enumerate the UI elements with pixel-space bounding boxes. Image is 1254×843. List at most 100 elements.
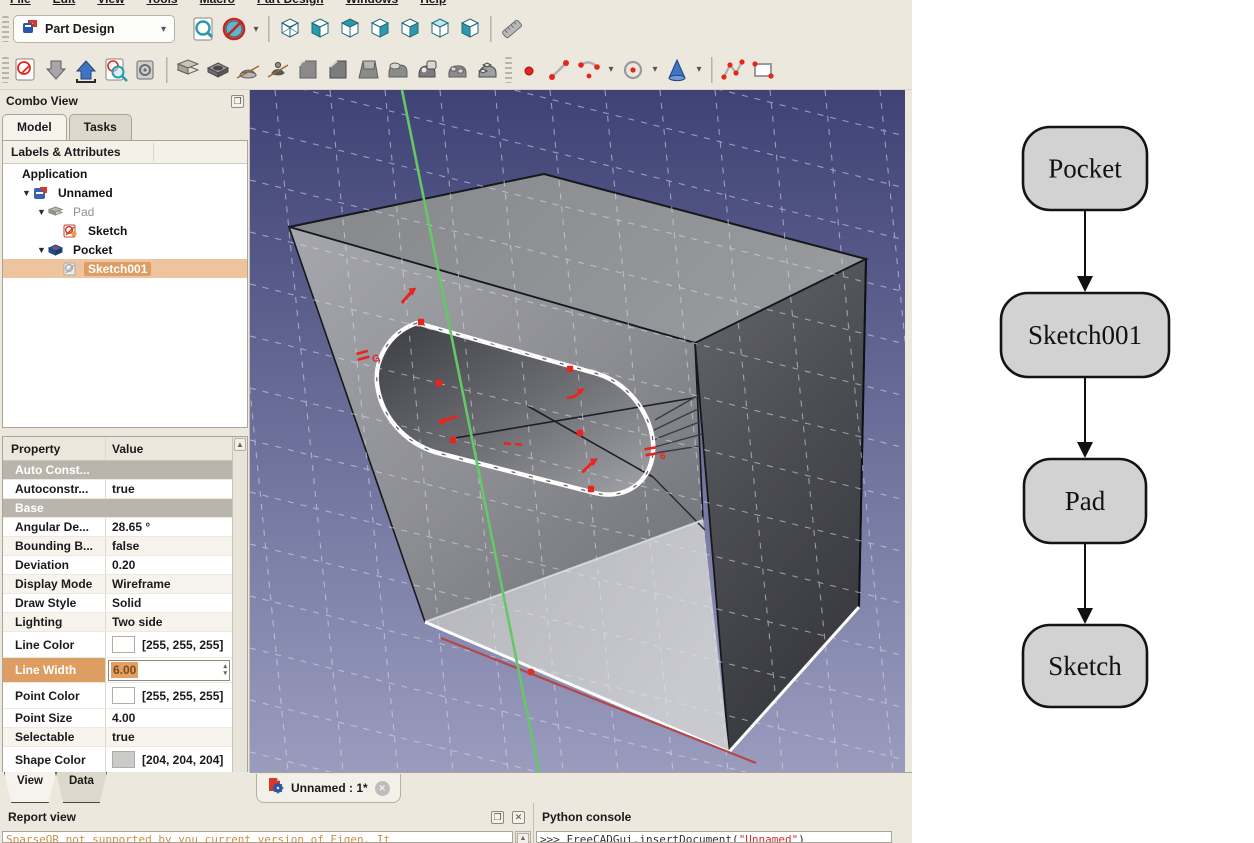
sketch-rectangle-icon[interactable] xyxy=(748,55,778,85)
chevron-down-icon[interactable]: ▾ xyxy=(692,55,706,85)
menu-tools[interactable]: Tools xyxy=(146,0,177,6)
boolean-union-icon[interactable] xyxy=(383,55,413,85)
tree-expander-icon[interactable]: ▼ xyxy=(35,245,48,255)
view-rear-icon[interactable] xyxy=(395,14,425,44)
draft-icon[interactable] xyxy=(353,55,383,85)
property-row-display-mode[interactable]: Display ModeWireframe xyxy=(3,575,232,594)
property-row-angular-de[interactable]: Angular De...28.65 ° xyxy=(3,518,232,537)
report-view-content[interactable]: SparseQR not supported by you current ve… xyxy=(2,831,513,843)
boolean-compound-icon[interactable] xyxy=(473,55,503,85)
measure-distance-icon[interactable] xyxy=(497,14,527,44)
property-row-point-color[interactable]: Point Color[255, 255, 255] xyxy=(3,683,232,709)
line-width-spinbox[interactable]: 6.00▴▾ xyxy=(108,660,230,681)
tab-view[interactable]: View xyxy=(4,772,56,803)
close-icon[interactable]: ✕ xyxy=(375,781,390,796)
tab-tasks[interactable]: Tasks xyxy=(69,114,132,140)
property-row-draw-style[interactable]: Draw StyleSolid xyxy=(3,594,232,613)
boolean-cut-icon[interactable] xyxy=(413,55,443,85)
fit-all-icon[interactable] xyxy=(189,14,219,44)
report-scrollbar[interactable]: ▲ xyxy=(515,831,531,843)
edit-sketch-icon[interactable] xyxy=(71,55,101,85)
property-row-bounding-b[interactable]: Bounding B...false xyxy=(3,537,232,556)
sketch-point-icon[interactable] xyxy=(514,55,544,85)
view-bottom-icon[interactable] xyxy=(425,14,455,44)
property-row-autoconstr[interactable]: Autoconstr...true xyxy=(3,480,232,499)
property-value[interactable]: Two side xyxy=(106,613,232,631)
chevron-down-icon[interactable]: ▾ xyxy=(648,55,662,85)
sketch-line-icon[interactable] xyxy=(544,55,574,85)
property-row-line-color[interactable]: Line Color[255, 255, 255] xyxy=(3,632,232,658)
toolbar-drag-handle[interactable] xyxy=(505,57,512,83)
tab-data[interactable]: Data xyxy=(56,772,107,803)
property-value[interactable]: 28.65 ° xyxy=(106,518,232,536)
dependency-graph-panel[interactable]: PocketSketch001PadSketch xyxy=(912,0,1254,843)
color-swatch[interactable] xyxy=(112,687,135,704)
sketch-circle-icon[interactable] xyxy=(618,55,648,85)
python-console-content[interactable]: >>> FreeCADGui.insertDocument("Unnamed") xyxy=(536,831,892,843)
clip-plane-icon[interactable] xyxy=(219,14,249,44)
property-row-point-size[interactable]: Point Size4.00 xyxy=(3,709,232,728)
3d-viewport[interactable]: G6 xyxy=(250,90,905,772)
tree-item-sketch001[interactable]: Sketch001 xyxy=(3,259,247,278)
menu-view[interactable]: View xyxy=(97,0,124,6)
property-row-lighting[interactable]: LightingTwo side xyxy=(3,613,232,632)
property-value[interactable]: [255, 255, 255] xyxy=(106,632,232,657)
tree-expander-icon[interactable]: ▼ xyxy=(20,188,33,198)
property-value[interactable]: 6.00▴▾ xyxy=(106,658,232,682)
property-row-selectable[interactable]: Selectabletrue xyxy=(3,728,232,747)
property-value[interactable]: 0.20 xyxy=(106,556,232,574)
view-sketch-icon[interactable] xyxy=(101,55,131,85)
float-panel-icon[interactable]: ❐ xyxy=(231,95,244,108)
view-right-icon[interactable] xyxy=(365,14,395,44)
view-axonometric-icon[interactable] xyxy=(275,14,305,44)
property-value[interactable]: 4.00 xyxy=(106,709,232,727)
pad-icon[interactable] xyxy=(173,55,203,85)
workbench-selector[interactable]: Part Design ▾ xyxy=(13,15,175,43)
menu-help[interactable]: Help xyxy=(420,0,446,6)
property-row-shape-color[interactable]: Shape Color[204, 204, 204] xyxy=(3,747,232,773)
color-swatch[interactable] xyxy=(112,751,135,768)
toolbar-drag-handle[interactable] xyxy=(2,57,9,83)
property-value[interactable]: true xyxy=(106,728,232,746)
toolbar-drag-handle[interactable] xyxy=(2,16,9,42)
sketch-arc-icon[interactable] xyxy=(574,55,604,85)
property-row-base[interactable]: Base xyxy=(3,499,232,518)
float-panel-icon[interactable]: ❐ xyxy=(491,811,504,824)
property-value[interactable]: true xyxy=(106,480,232,498)
fillet-icon[interactable] xyxy=(293,55,323,85)
chevron-down-icon[interactable]: ▾ xyxy=(249,14,263,44)
chamfer-icon[interactable] xyxy=(323,55,353,85)
groove-icon[interactable] xyxy=(263,55,293,85)
property-row-auto-const[interactable]: Auto Const... xyxy=(3,461,232,480)
tree-item-application[interactable]: Application xyxy=(3,164,247,183)
menu-file[interactable]: File xyxy=(10,0,31,6)
property-row-deviation[interactable]: Deviation0.20 xyxy=(3,556,232,575)
view-front-icon[interactable] xyxy=(305,14,335,44)
map-sketch-icon[interactable] xyxy=(131,55,161,85)
color-swatch[interactable] xyxy=(112,636,135,653)
scroll-up-icon[interactable]: ▲ xyxy=(234,438,246,451)
boolean-common-icon[interactable] xyxy=(443,55,473,85)
view-left-icon[interactable] xyxy=(455,14,485,44)
view-top-icon[interactable] xyxy=(335,14,365,44)
tab-model[interactable]: Model xyxy=(2,114,67,140)
property-value[interactable]: Solid xyxy=(106,594,232,612)
new-sketch-icon[interactable] xyxy=(11,55,41,85)
property-row-line-width[interactable]: Line Width6.00▴▾ xyxy=(3,658,232,683)
chevron-down-icon[interactable]: ▾ xyxy=(604,55,618,85)
property-value[interactable]: false xyxy=(106,537,232,555)
tree-item-sketch[interactable]: Sketch xyxy=(3,221,247,240)
tree-expander-icon[interactable]: ▼ xyxy=(35,207,48,217)
revolution-icon[interactable] xyxy=(233,55,263,85)
leave-sketch-icon[interactable] xyxy=(41,55,71,85)
tree-item-pocket[interactable]: ▼Pocket xyxy=(3,240,247,259)
menu-macro[interactable]: Macro xyxy=(200,0,235,6)
close-panel-icon[interactable]: ✕ xyxy=(512,811,525,824)
sketch-polyline-icon[interactable] xyxy=(718,55,748,85)
menu-windows[interactable]: Windows xyxy=(346,0,399,6)
spinbox-arrows-icon[interactable]: ▴▾ xyxy=(223,661,227,680)
property-value[interactable]: [204, 204, 204] xyxy=(106,747,232,772)
property-value[interactable]: [255, 255, 255] xyxy=(106,683,232,708)
pocket-icon[interactable] xyxy=(203,55,233,85)
property-value[interactable]: Wireframe xyxy=(106,575,232,593)
